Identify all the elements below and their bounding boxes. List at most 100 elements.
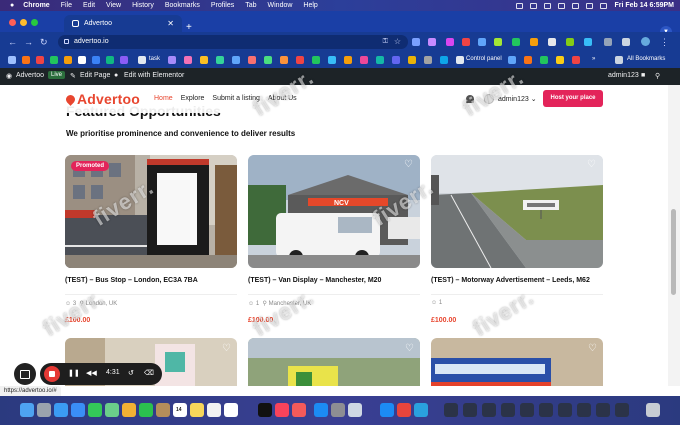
browser-tab[interactable]: Advertoo ✕ [64,15,182,32]
reminders-icon[interactable] [207,403,221,417]
status-icon[interactable] [558,2,566,9]
bookmark-icon[interactable] [392,56,400,64]
window-thumbnail[interactable] [596,403,610,417]
page-scrollbar[interactable] [668,85,680,386]
bookmark-icon[interactable] [424,56,432,64]
bookmark-icon[interactable] [344,56,352,64]
all-bookmarks[interactable]: All Bookmarks [627,56,665,62]
extension-icon[interactable] [584,38,592,46]
bookmark-icon[interactable] [296,56,304,64]
address-bar[interactable]: advertoo.io ⚿ ☆ [58,35,408,49]
listing-image-partial[interactable]: ♡ [431,338,603,386]
extension-icon[interactable] [548,38,556,46]
extension-icon[interactable] [512,38,520,46]
menu-chrome[interactable]: Chrome [23,2,49,9]
bookmark-icon[interactable] [200,56,208,64]
bookmark-icon[interactable] [92,56,100,64]
menu-bookmarks[interactable]: Bookmarks [165,2,200,9]
password-key-icon[interactable]: ⚿ [383,35,388,49]
nav-about-us[interactable]: About Us [268,95,297,102]
appstore-icon[interactable] [380,403,394,417]
puzzle-extensions-icon[interactable] [622,38,630,46]
listing-image-bus-stop[interactable]: Promoted [65,155,237,268]
bookmark-icon[interactable] [106,56,114,64]
window-thumbnail[interactable] [482,403,496,417]
bookmark-icon[interactable] [64,56,72,64]
bookmark-icon[interactable] [556,56,564,64]
apple-icon[interactable]: ● [10,2,14,9]
nav-submit-listing[interactable]: Submit a listing [212,95,259,102]
menubar-clock[interactable]: Fri Feb 14 6:59PM [614,2,674,9]
wifi-icon[interactable] [572,2,580,9]
chrome-profile-avatar[interactable] [641,37,650,46]
minimize-window-button[interactable] [20,19,27,26]
appstore-icon[interactable] [314,403,328,417]
extension-icon[interactable] [494,38,502,46]
nav-explore[interactable]: Explore [181,95,205,102]
restart-icon[interactable]: ↺ [128,369,134,377]
chrome-menu-icon[interactable]: ⋮ [660,36,669,48]
listing-image-partial[interactable]: ♡ [248,338,420,386]
back-icon[interactable]: ← [8,36,17,48]
camera-toggle-icon[interactable] [14,363,36,385]
wp-site-name[interactable]: Advertoo [16,72,44,79]
reload-icon[interactable]: ↻ [40,36,48,48]
window-thumbnail[interactable] [558,403,572,417]
control-center-icon[interactable] [600,2,608,9]
extension-icon[interactable] [478,38,486,46]
bookmark-icon[interactable] [120,56,128,64]
trash-icon[interactable]: ⌫ [144,369,154,377]
bookmark-control-panel[interactable]: Control panel [466,56,502,62]
listing-card[interactable]: Promoted (TEST) – Bus Stop – London, EC3… [65,155,237,335]
site-info-icon[interactable] [64,39,69,44]
bookmark-icon[interactable] [440,56,448,64]
host-your-place-button[interactable]: Host your place [543,90,603,107]
bookmark-icon[interactable] [572,56,580,64]
favorite-heart-icon[interactable]: ♡ [588,344,597,354]
notes-icon[interactable] [190,403,204,417]
bookmark-icon[interactable] [168,56,176,64]
finder-icon[interactable] [20,403,34,417]
maximize-window-button[interactable] [31,19,38,26]
listing-card[interactable]: ♡ (TEST) – Motorway Advertisement – Leed… [431,155,603,335]
bell-icon[interactable] [466,95,474,103]
listing-title[interactable]: (TEST) – Van Display – Manchester, M20 [248,277,381,284]
window-thumbnail[interactable] [577,403,591,417]
menu-history[interactable]: History [132,2,154,9]
listing-image-motorway[interactable]: ♡ [431,155,603,268]
bookmark-icon[interactable] [78,56,86,64]
news-icon[interactable] [292,403,306,417]
messages-icon[interactable] [88,403,102,417]
window-thumbnail[interactable] [520,403,534,417]
user-avatar[interactable] [484,94,494,104]
extension-icon[interactable] [412,38,420,46]
wp-avatar-icon[interactable]: ■ [641,72,645,79]
window-thumbnail[interactable] [539,403,553,417]
close-tab-icon[interactable]: ✕ [167,19,174,28]
bookmark-icon[interactable] [264,56,272,64]
bookmark-icon[interactable] [248,56,256,64]
menu-edit[interactable]: Edit [83,2,95,9]
listing-card[interactable]: NCV ♡ (TEST) – Van Display – Manchester,… [248,155,420,335]
launchpad-icon[interactable] [37,403,51,417]
bookmark-icon[interactable] [540,56,548,64]
search-icon[interactable] [586,2,594,9]
bookmark-icon[interactable] [50,56,58,64]
menu-file[interactable]: File [61,2,72,9]
telegram-icon[interactable] [414,403,428,417]
stop-recording-button[interactable] [44,366,60,382]
listing-title[interactable]: (TEST) – Bus Stop – London, EC3A 7BA [65,277,198,284]
bookmark-icon[interactable] [376,56,384,64]
menu-help[interactable]: Help [303,2,317,9]
mail-icon[interactable] [71,403,85,417]
bookmark-icon[interactable] [360,56,368,64]
bookmark-icon[interactable] [184,56,192,64]
appletv-icon[interactable] [258,403,272,417]
bookmark-icon[interactable] [328,56,336,64]
site-logo[interactable]: Advertoo [64,91,140,107]
bookmark-task-icon[interactable] [138,56,146,64]
bookmark-apps-icon[interactable] [8,56,16,64]
menu-window[interactable]: Window [268,2,293,9]
menu-profiles[interactable]: Profiles [211,2,234,9]
rewind-icon[interactable]: ◀◀ [86,369,97,377]
